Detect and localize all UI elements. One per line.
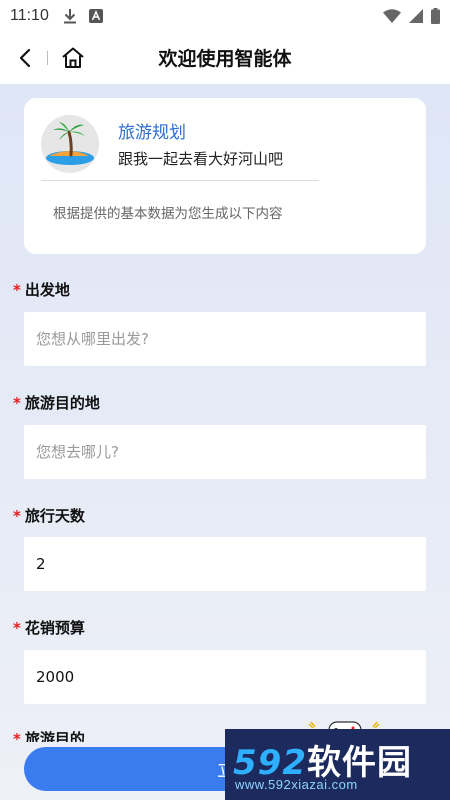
agent-card: 旅游规划 跟我一起去看大好河山吧 根据提供的基本数据为您生成以下内容 (24, 98, 426, 254)
watermark-logo: 592软件园 www.592xiazai.com (225, 729, 450, 800)
agent-name: 旅游规划 (118, 123, 186, 143)
field-label-text: 花销预算 (24, 619, 85, 637)
card-divider (41, 180, 319, 181)
field-label-destination: * 旅游目的地 (13, 392, 100, 413)
field-label-days: * 旅行天数 (13, 505, 85, 526)
required-mark: * (13, 281, 21, 299)
field-label-text: 旅行天数 (24, 507, 85, 525)
status-icons-left (63, 8, 103, 24)
download-icon (63, 9, 76, 24)
field-label-departure: * 出发地 (13, 279, 70, 300)
page-title: 欢迎使用智能体 (158, 48, 292, 70)
required-mark: * (13, 730, 21, 742)
required-mark: * (13, 507, 21, 525)
main-content: 旅游规划 跟我一起去看大好河山吧 根据提供的基本数据为您生成以下内容 * 出发地 … (0, 84, 450, 800)
field-label-text: 出发地 (24, 281, 70, 299)
agent-description: 跟我一起去看大好河山吧 (118, 150, 284, 168)
status-bar: 11:10 (0, 0, 450, 32)
partial-label-clip: * 旅游目的 (0, 728, 225, 742)
battery-icon (431, 8, 440, 24)
palm-island-icon (41, 115, 99, 173)
status-time: 11:10 (10, 7, 49, 24)
a-app-icon (88, 9, 103, 23)
watermark-url: www.592xiazai.com (235, 777, 358, 792)
agent-note: 根据提供的基本数据为您生成以下内容 (53, 206, 283, 222)
required-mark: * (13, 619, 21, 637)
status-icons-right (383, 8, 440, 24)
departure-input[interactable] (24, 312, 426, 366)
signal-icon (409, 9, 423, 23)
field-label-text: 旅游目的 (24, 730, 85, 742)
nav-bar: 欢迎使用智能体 (0, 32, 450, 84)
field-label-budget: * 花销预算 (13, 617, 85, 638)
budget-input[interactable] (24, 650, 426, 704)
required-mark: * (13, 394, 21, 412)
destination-input[interactable] (24, 425, 426, 479)
field-label-text: 旅游目的地 (24, 394, 100, 412)
wifi-icon (383, 9, 401, 23)
agent-avatar (41, 115, 99, 173)
travel-days-input[interactable] (24, 537, 426, 591)
field-label-purpose: * 旅游目的 (13, 728, 85, 742)
